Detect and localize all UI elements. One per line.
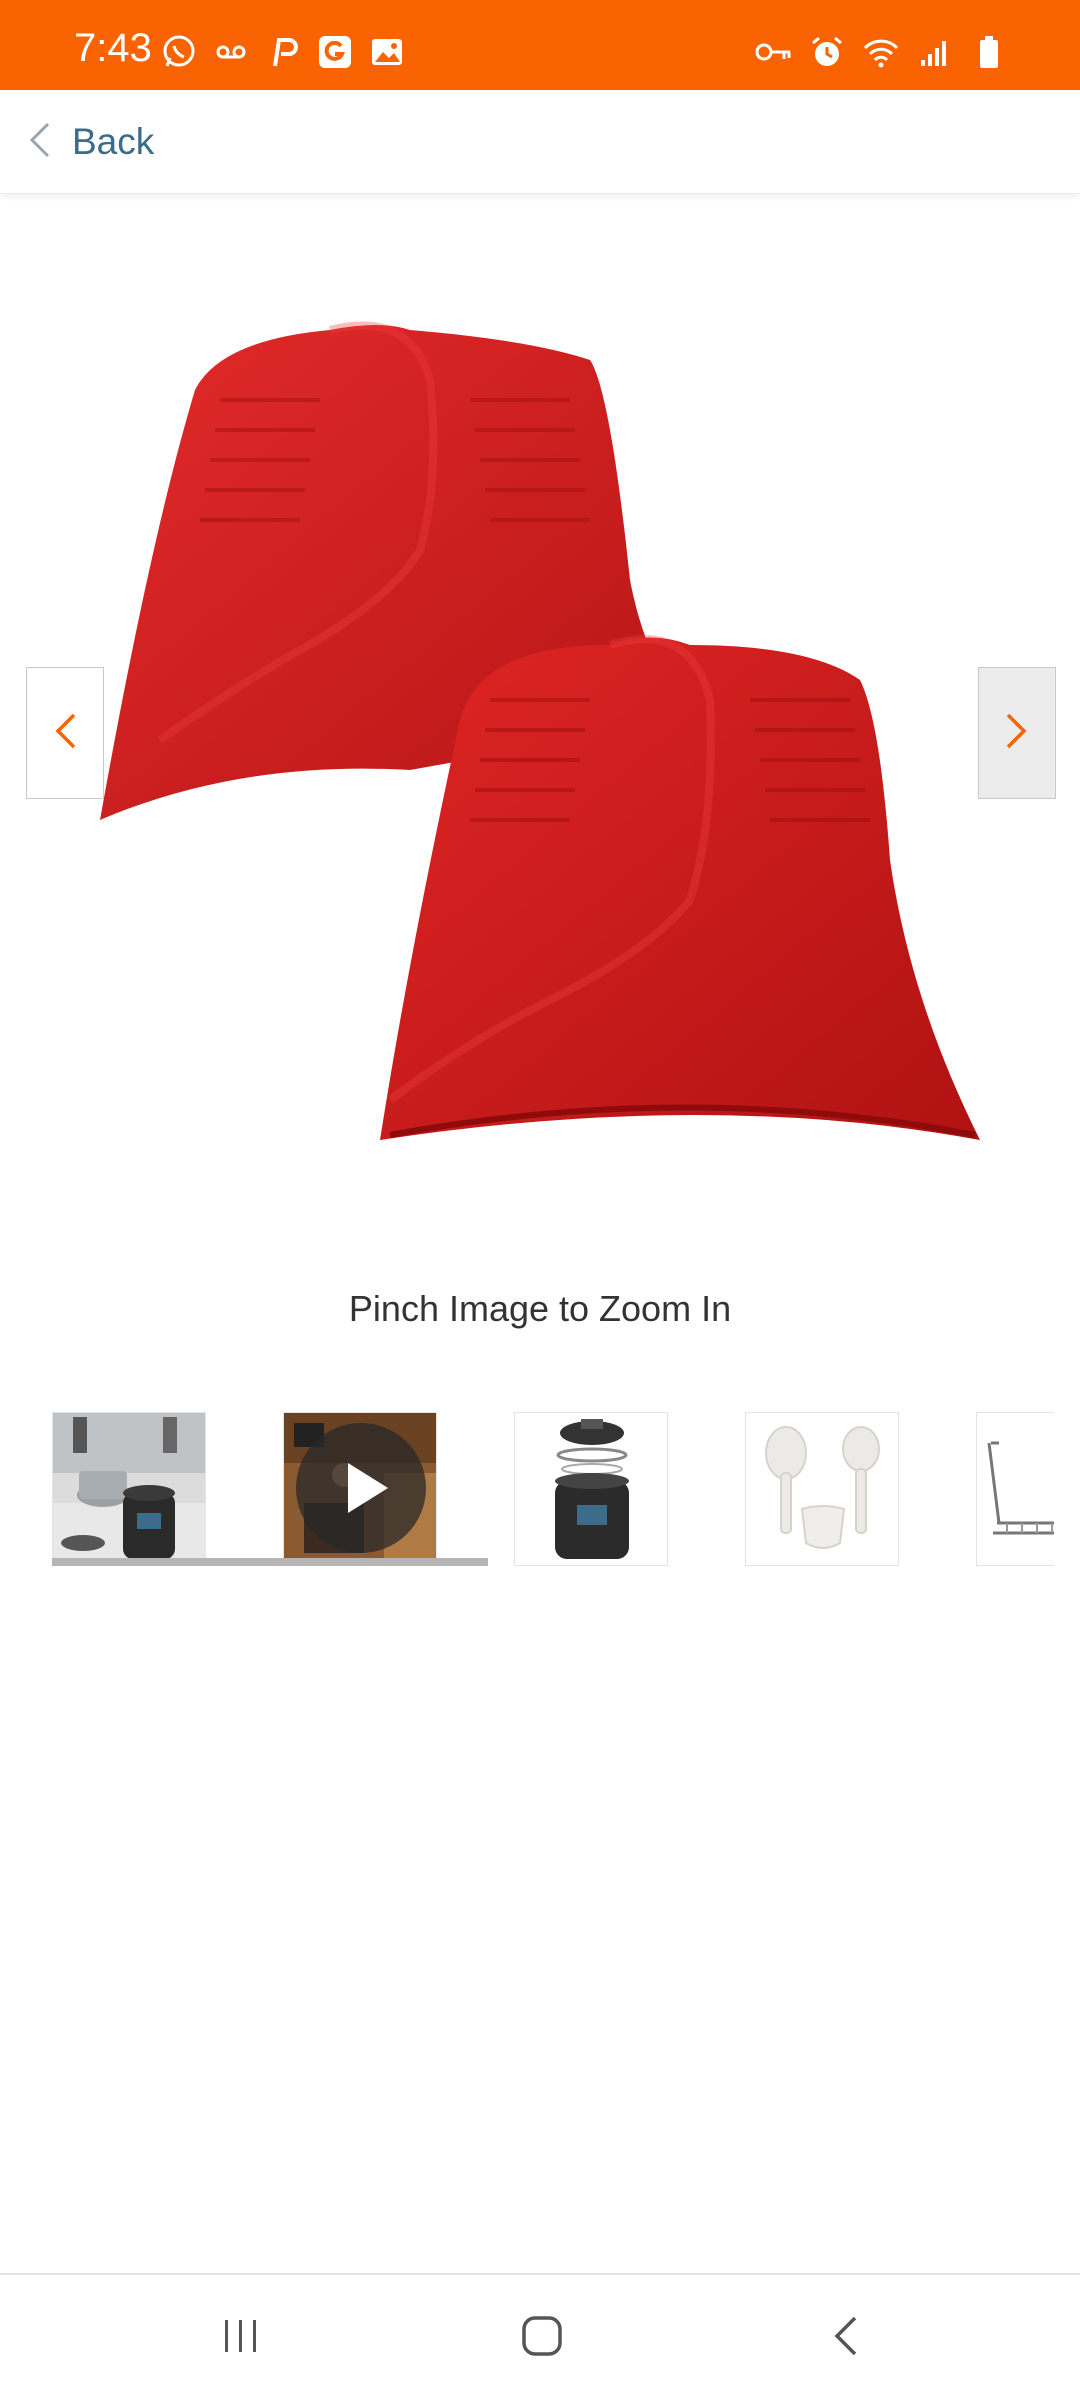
- system-back-button[interactable]: [812, 2303, 882, 2373]
- back-label: Back: [72, 121, 155, 162]
- back-button[interactable]: Back: [26, 116, 154, 168]
- status-bar: 7:43: [0, 0, 1080, 90]
- chevron-right-icon: [1002, 709, 1032, 758]
- vpn-key-icon: [754, 33, 792, 71]
- thumbnail-1[interactable]: [52, 1412, 206, 1566]
- pressure-cooker-kitchen-photo: [53, 1413, 205, 1565]
- recent-apps-icon: [219, 2314, 263, 2363]
- battery-icon: [970, 33, 1008, 71]
- top-bar: Back: [0, 90, 1080, 194]
- rice-paddle-spoon-cup-photo: [746, 1413, 898, 1565]
- chevron-left-icon: [50, 709, 80, 758]
- wifi-icon: [862, 33, 900, 71]
- previous-image-button[interactable]: [26, 667, 104, 799]
- steam-rack-photo: [977, 1413, 1054, 1565]
- alarm-icon: [808, 33, 846, 71]
- recent-apps-button[interactable]: [206, 2303, 276, 2373]
- zoom-hint: Pinch Image to Zoom In: [348, 1288, 732, 1329]
- thumbnail-4[interactable]: [745, 1412, 899, 1566]
- system-status-icons: [754, 32, 1008, 72]
- notification-icons: [160, 32, 406, 72]
- next-image-button[interactable]: [978, 667, 1056, 799]
- g-app-icon: [316, 33, 354, 71]
- whatsapp-icon: [160, 33, 198, 71]
- voicemail-icon: [212, 33, 250, 71]
- thumbnail-2-video[interactable]: [283, 1412, 437, 1566]
- p-app-icon: [264, 33, 302, 71]
- chevron-left-icon: [26, 120, 54, 165]
- mitt-front: [380, 635, 980, 1140]
- system-navigation-bar: [0, 2275, 1080, 2400]
- gallery-icon: [368, 33, 406, 71]
- play-icon: [296, 1423, 426, 1553]
- thumbnail-5[interactable]: [976, 1412, 1054, 1566]
- pressure-cooker-exploded-photo: [515, 1413, 667, 1565]
- home-icon: [518, 2312, 566, 2365]
- main-product-image[interactable]: [90, 300, 990, 1160]
- home-button[interactable]: [507, 2303, 577, 2373]
- thumbnail-3[interactable]: [514, 1412, 668, 1566]
- signal-icon: [916, 33, 954, 71]
- thumbnail-scroll-indicator: [52, 1558, 488, 1566]
- back-icon: [825, 2312, 869, 2365]
- status-time: 7:43: [74, 26, 152, 70]
